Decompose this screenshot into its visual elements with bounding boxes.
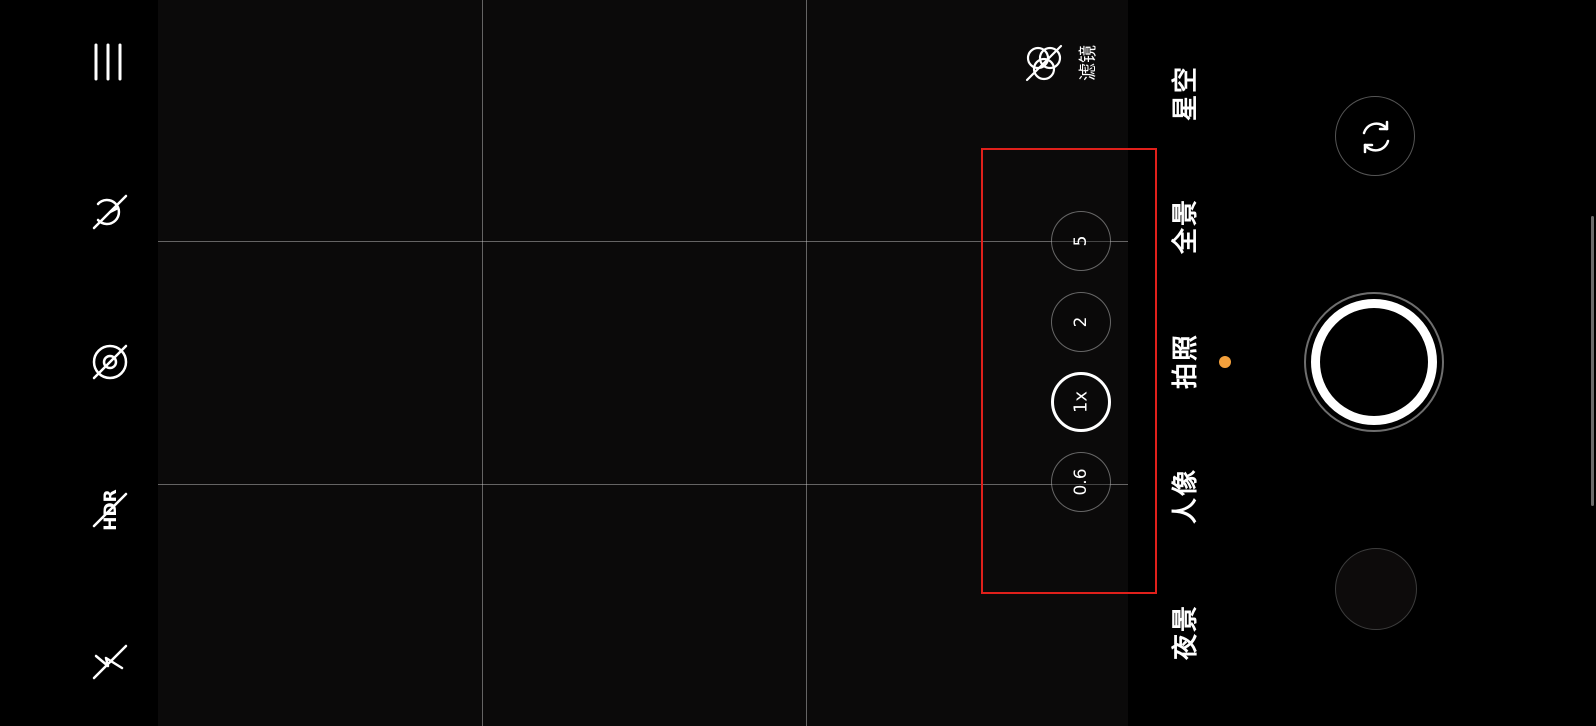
camera-screen: HDR 滤镜 5 2 1x [0, 0, 1596, 726]
switch-camera-button[interactable] [1335, 96, 1415, 176]
mode-night[interactable]: 夜景 [1171, 587, 1201, 677]
mode-starry-sky[interactable]: 星空 [1171, 48, 1201, 138]
zoom-1x-button[interactable]: 1x [1051, 372, 1111, 432]
settings-bar: HDR [0, 0, 158, 726]
switch-camera-icon [1362, 120, 1390, 154]
filter-icon [1025, 44, 1063, 82]
filter-label: 滤镜 [1078, 45, 1099, 81]
grid-line [806, 0, 807, 726]
scrollbar[interactable] [1591, 216, 1594, 506]
zoom-label: 5 [1071, 235, 1091, 247]
zoom-label: 2 [1071, 316, 1091, 328]
grid-line [482, 0, 483, 726]
zoom-5x-button[interactable]: 5 [1051, 211, 1111, 271]
shutter-button[interactable] [1311, 299, 1437, 425]
flash-off-icon[interactable] [88, 640, 132, 684]
filter-button[interactable]: 滤镜 [1023, 38, 1103, 88]
timer-off-icon[interactable] [88, 190, 132, 234]
live-photo-off-icon[interactable] [88, 340, 132, 384]
zoom-label: 0.6 [1071, 468, 1091, 496]
hdr-off-icon[interactable]: HDR [88, 488, 132, 532]
gallery-thumbnail[interactable] [1335, 548, 1417, 630]
mode-panorama[interactable]: 全景 [1171, 181, 1201, 271]
menu-icon[interactable] [88, 41, 132, 85]
zoom-0-6x-button[interactable]: 0.6 [1051, 452, 1111, 512]
mode-photo[interactable]: 拍照 [1171, 316, 1201, 406]
zoom-label: 1x [1070, 390, 1092, 414]
selected-mode-indicator [1219, 356, 1231, 368]
zoom-2x-button[interactable]: 2 [1051, 292, 1111, 352]
mode-portrait[interactable]: 人像 [1171, 451, 1201, 541]
